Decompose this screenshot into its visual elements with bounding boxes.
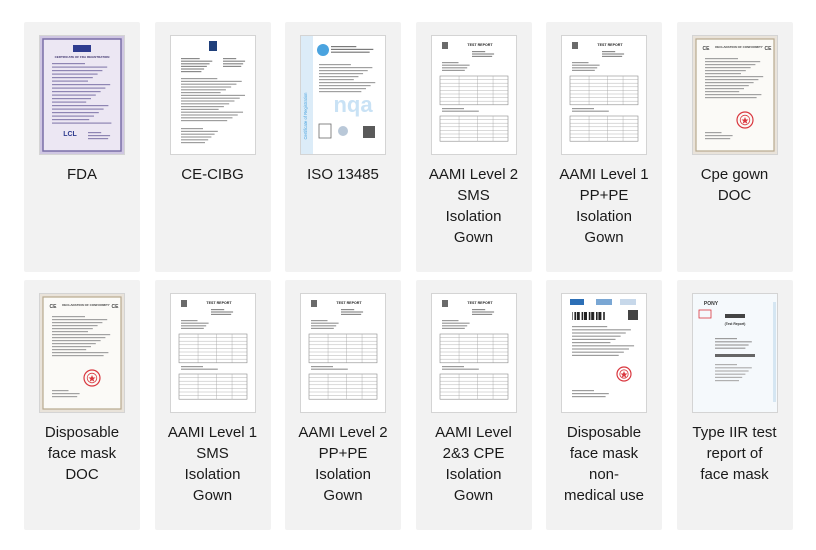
certificate-document-image: CERTIFICATE OF FDA REGISTRATION LCL (40, 36, 124, 154)
certificate-thumbnail[interactable] (170, 36, 255, 154)
svg-text:CE: CE (702, 46, 710, 52)
certificate-card[interactable]: CE-CIBG (154, 22, 271, 272)
certificate-thumbnail[interactable]: CE DECLARATION OF CONFORMITY CE (40, 294, 124, 412)
certificate-thumbnail[interactable]: TEST REPORT (170, 294, 255, 412)
certificate-card[interactable]: PONY (Test Report) Type IIR test report of… (676, 280, 793, 530)
certificate-caption: Type IIR test report of face mask (692, 424, 777, 483)
certificate-heading: CERTIFICATE OF FDA REGISTRATION (55, 55, 110, 59)
certificate-caption: AAMI Level 2&3 CPE Isolation Gown (435, 424, 512, 504)
certificate-caption: AAMI Level 2 SMS Isolation Gown (428, 166, 519, 246)
certificate-thumbnail[interactable]: CERTIFICATE OF FDA REGISTRATION LCL (40, 36, 124, 154)
certificate-caption: FDA (67, 166, 97, 183)
certificate-card[interactable]: Certificate of Registration nqa ISO 13485 (285, 22, 401, 272)
certificate-card[interactable]: CE DECLARATION OF CONFORMITY CE Disposable … (24, 280, 140, 530)
certificate-document-image: TEST REPORT (308, 300, 378, 400)
certificate-heading: TEST REPORT (336, 301, 362, 305)
certificate-document-image: TEST REPORT (439, 42, 508, 142)
certificate-card[interactable]: TEST REPORT AAMI Level 1 PP+PE Isolation … (546, 22, 662, 272)
certificate-document-image: PONY (Test Report) (692, 294, 777, 412)
certificate-thumbnail[interactable]: TEST REPORT (431, 36, 516, 154)
certificate-card[interactable]: TEST REPORT AAMI Level 2 PP+PE Isolation … (285, 280, 401, 530)
certificate-document-image: CE DECLARATION OF CONFORMITY CE (40, 294, 124, 412)
certificate-caption: AAMI Level 1 PP+PE Isolation Gown (559, 166, 649, 246)
certificate-heading: TEST REPORT (467, 301, 493, 305)
certificate-heading: (Test Report) (724, 322, 745, 326)
certificate-thumbnail[interactable]: TEST REPORT (431, 294, 516, 412)
svg-text:CE: CE (764, 46, 772, 52)
certificate-caption: AAMI Level 2 PP+PE Isolation Gown (298, 424, 388, 504)
svg-text:PONY: PONY (703, 301, 718, 307)
certificate-card[interactable]: TEST REPORT AAMI Level 2 SMS Isolation Go… (415, 22, 532, 272)
certificate-caption: Disposable face mask non- medical use (563, 424, 645, 504)
certificate-heading: DECLARATION OF CONFORMITY (62, 303, 110, 307)
certificate-document-image (180, 41, 245, 144)
certificate-caption: Disposable face mask DOC (44, 424, 120, 483)
svg-text:nqa: nqa (333, 92, 373, 117)
certificate-card[interactable]: TEST REPORT AAMI Level 1 SMS Isolation Go… (154, 280, 271, 530)
certificate-heading: TEST REPORT (597, 43, 623, 47)
certificate-heading: DECLARATION OF CONFORMITY (715, 45, 763, 49)
certificate-caption: CE-CIBG (181, 166, 244, 183)
svg-text:CE: CE (112, 304, 120, 310)
certificate-thumbnail[interactable]: Certificate of Registration nqa (301, 36, 385, 154)
certificate-thumbnail[interactable] (562, 294, 646, 412)
certificate-thumbnail[interactable]: PONY (Test Report) (692, 294, 777, 412)
certificate-card[interactable]: Disposable face mask non- medical use (546, 280, 662, 530)
certificate-heading: TEST REPORT (467, 43, 493, 47)
svg-text:LCL: LCL (63, 131, 77, 138)
certificate-document-image: CE DECLARATION OF CONFORMITY CE (692, 36, 777, 154)
certificate-document-image: Certificate of Registration nqa (301, 36, 376, 154)
certificate-card[interactable]: CERTIFICATE OF FDA REGISTRATION LCL FDA (24, 22, 140, 272)
certificate-card[interactable]: TEST REPORT AAMI Level 2&3 CPE Isolation … (415, 280, 532, 530)
certificate-document-image (570, 299, 638, 398)
certificate-grid: CERTIFICATE OF FDA REGISTRATION LCL FDA CE-… (24, 22, 793, 530)
certificate-thumbnail[interactable]: CE DECLARATION OF CONFORMITY CE (692, 36, 777, 154)
certificate-heading: TEST REPORT (206, 301, 232, 305)
certificate-caption: AAMI Level 1 SMS Isolation Gown (167, 424, 258, 504)
certificate-document-image: TEST REPORT (569, 42, 639, 142)
certificate-thumbnail[interactable]: TEST REPORT (301, 294, 385, 412)
certificate-card[interactable]: CE DECLARATION OF CONFORMITY CE Cpe gown DO… (676, 22, 793, 272)
certificate-caption: Cpe gown DOC (700, 166, 769, 204)
certificate-document-image: TEST REPORT (439, 300, 508, 400)
certificate-document-image: TEST REPORT (178, 300, 247, 400)
certificate-caption: ISO 13485 (307, 166, 379, 183)
certificate-thumbnail[interactable]: TEST REPORT (562, 36, 646, 154)
certificate-heading: Certificate of Registration (303, 92, 308, 140)
svg-text:CE: CE (50, 304, 58, 310)
